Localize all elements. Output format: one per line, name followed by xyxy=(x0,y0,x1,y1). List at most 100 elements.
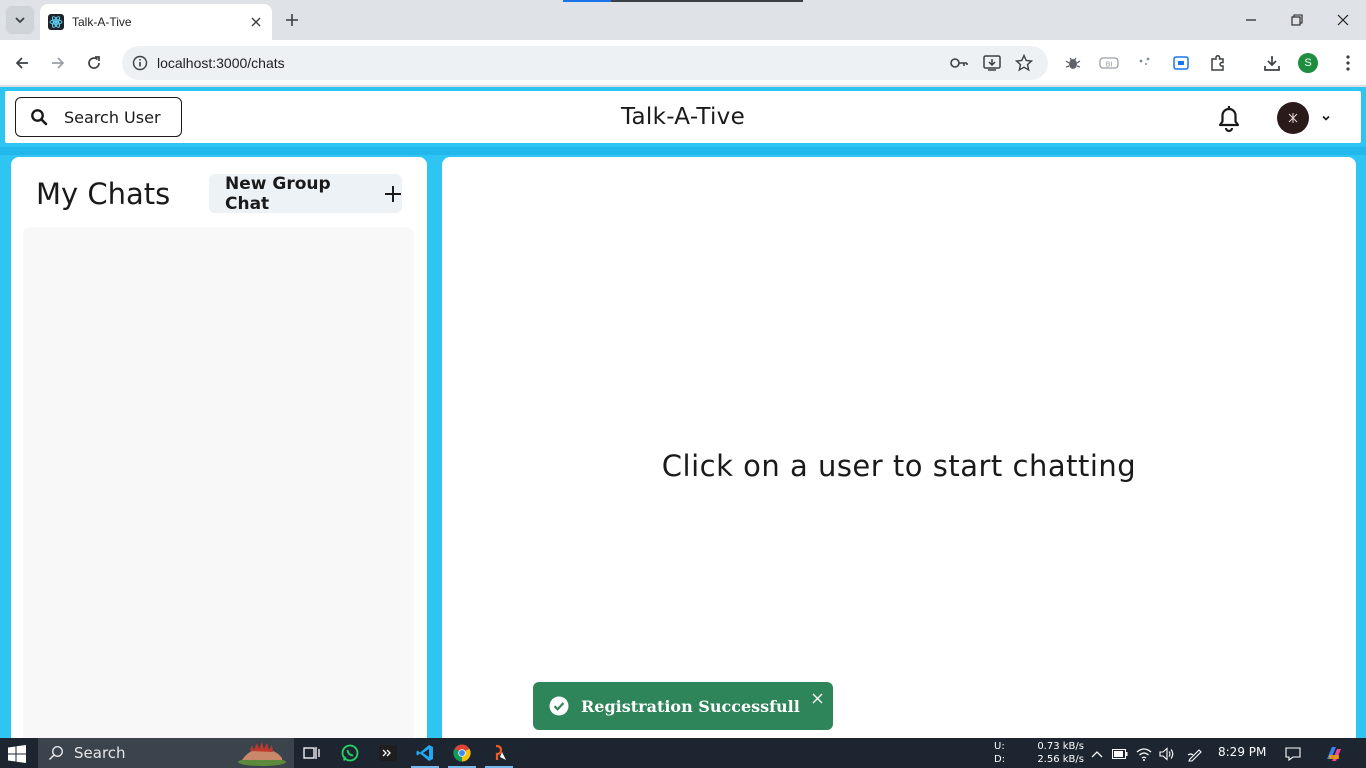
search-highlight-dinosaur-icon xyxy=(238,742,286,766)
copilot-button[interactable] xyxy=(1323,745,1345,763)
close-window-button[interactable] xyxy=(1329,6,1357,34)
reload-button[interactable] xyxy=(80,49,108,77)
page-load-bar xyxy=(563,0,803,2)
extensions-button[interactable] xyxy=(1207,52,1229,74)
reload-icon xyxy=(88,56,100,69)
bookmark-button[interactable] xyxy=(1014,53,1034,73)
minimize-icon xyxy=(1246,19,1256,21)
svg-text:BI: BI xyxy=(1106,61,1113,69)
net-down-value: 2.56 kB/s xyxy=(1037,754,1084,765)
postman-app-button[interactable] xyxy=(481,738,517,768)
toast-close-button[interactable] xyxy=(809,690,825,706)
net-down-label: D: xyxy=(994,754,1006,765)
bell-icon xyxy=(1218,106,1240,133)
notifications-button[interactable] xyxy=(1213,102,1245,134)
browser-tabstrip: Talk-A-Tive xyxy=(0,0,1366,40)
back-button[interactable] xyxy=(8,49,36,77)
user-avatar xyxy=(1277,102,1309,134)
chat-box: Click on a user to start chatting xyxy=(442,157,1356,738)
whatsapp-app-button[interactable] xyxy=(332,738,368,768)
copilot-icon xyxy=(1327,747,1341,761)
success-toast: Registration Successfull xyxy=(533,682,833,730)
taskbar-search-label: Search xyxy=(74,744,126,762)
site-info-button[interactable] xyxy=(128,51,152,75)
profile-avatar[interactable]: S xyxy=(1298,53,1318,73)
spark-extension-button[interactable] xyxy=(1134,52,1156,74)
tab-search-button[interactable] xyxy=(6,6,34,34)
browser-menu-button[interactable] xyxy=(1336,51,1360,75)
new-group-chat-label: New Group Chat xyxy=(225,173,331,214)
network-speed-meter: U: 0.73 kB/s D: 2.56 kB/s xyxy=(994,740,1084,766)
address-bar[interactable]: localhost:3000/chats xyxy=(122,46,1048,80)
app-title: Talk-A-Tive xyxy=(620,104,746,130)
profile-menu-button[interactable] xyxy=(1277,101,1337,135)
task-view-icon xyxy=(303,747,320,759)
terminal-app-button[interactable] xyxy=(370,738,406,768)
volume-icon xyxy=(1159,747,1174,761)
battery-icon xyxy=(1112,749,1128,759)
avatar-image-icon xyxy=(1288,113,1298,123)
plus-icon xyxy=(286,14,298,26)
chevron-down-icon xyxy=(1321,113,1331,123)
close-icon xyxy=(1337,14,1349,26)
wifi-tray-button[interactable] xyxy=(1135,745,1153,763)
chevron-up-icon xyxy=(1091,751,1103,758)
net-up-label: U: xyxy=(994,741,1005,752)
bug-extension-icon xyxy=(1065,57,1081,69)
url-text: localhost:3000/chats xyxy=(157,55,285,71)
wallet-extension-icon: BI xyxy=(1099,57,1119,69)
chrome-app-button[interactable] xyxy=(444,738,480,768)
profile-initial: S xyxy=(1304,57,1312,69)
my-chats-panel: My Chats New Group Chat xyxy=(11,157,427,738)
chat-placeholder-text: Click on a user to start chatting xyxy=(661,449,1137,483)
windows-icon[interactable] xyxy=(8,745,26,763)
plus-icon xyxy=(384,185,402,203)
bug-extension-button[interactable] xyxy=(1062,52,1084,74)
postman-icon xyxy=(495,744,506,760)
vscode-icon xyxy=(416,745,433,761)
forward-button[interactable] xyxy=(44,49,72,77)
close-icon xyxy=(812,693,822,703)
notification-center-button[interactable] xyxy=(1284,745,1302,763)
tab-title: Talk-A-Tive xyxy=(72,15,132,29)
restore-button[interactable] xyxy=(1283,6,1311,34)
screen-capture-extension-button[interactable] xyxy=(1170,52,1192,74)
toast-message: Registration Successfull xyxy=(581,696,800,716)
new-group-chat-button[interactable]: New Group Chat xyxy=(209,173,402,214)
terminal-icon xyxy=(379,745,397,761)
downloads-button[interactable] xyxy=(1261,52,1283,74)
page-load-progress xyxy=(563,0,611,2)
taskbar-search-box[interactable]: Search xyxy=(38,738,294,768)
background-wave xyxy=(0,147,1366,155)
password-button[interactable] xyxy=(949,53,969,73)
app-viewport: Search User Talk-A-Tive My Chats New Gro… xyxy=(0,87,1366,738)
chrome-icon xyxy=(453,744,471,762)
vscode-app-button[interactable] xyxy=(407,738,443,768)
notification-icon xyxy=(1285,747,1301,761)
extension-icon xyxy=(1211,54,1224,71)
more-vert-icon xyxy=(1346,55,1350,71)
browser-toolbar: localhost:3000/chats BI S xyxy=(0,40,1366,86)
install-app-button[interactable] xyxy=(982,53,1002,73)
volume-tray-button[interactable] xyxy=(1158,745,1176,763)
minimize-button[interactable] xyxy=(1237,6,1265,34)
chat-list[interactable] xyxy=(23,227,414,738)
info-icon xyxy=(132,55,148,71)
download-icon xyxy=(1264,56,1280,71)
windows-taskbar: Search U: 0.73 kB/s D: 2.56 kB/s 8:29 PM xyxy=(0,738,1366,768)
new-tab-button[interactable] xyxy=(280,8,304,32)
pen-tray-button[interactable] xyxy=(1186,745,1204,763)
taskbar-clock[interactable]: 8:29 PM xyxy=(1218,745,1266,759)
my-chats-title: My Chats xyxy=(36,177,171,211)
browser-tab[interactable]: Talk-A-Tive xyxy=(40,4,272,40)
screen-capture-icon xyxy=(1173,56,1189,70)
battery-tray-button[interactable] xyxy=(1111,745,1129,763)
show-hidden-icons-button[interactable] xyxy=(1088,745,1106,763)
wallet-extension-button[interactable]: BI xyxy=(1098,52,1120,74)
tab-close-button[interactable] xyxy=(248,14,264,30)
close-icon xyxy=(251,17,261,27)
pen-icon xyxy=(1187,749,1202,762)
task-view-button[interactable] xyxy=(294,738,330,768)
install-icon xyxy=(983,55,1001,71)
react-favicon-icon xyxy=(48,14,64,30)
